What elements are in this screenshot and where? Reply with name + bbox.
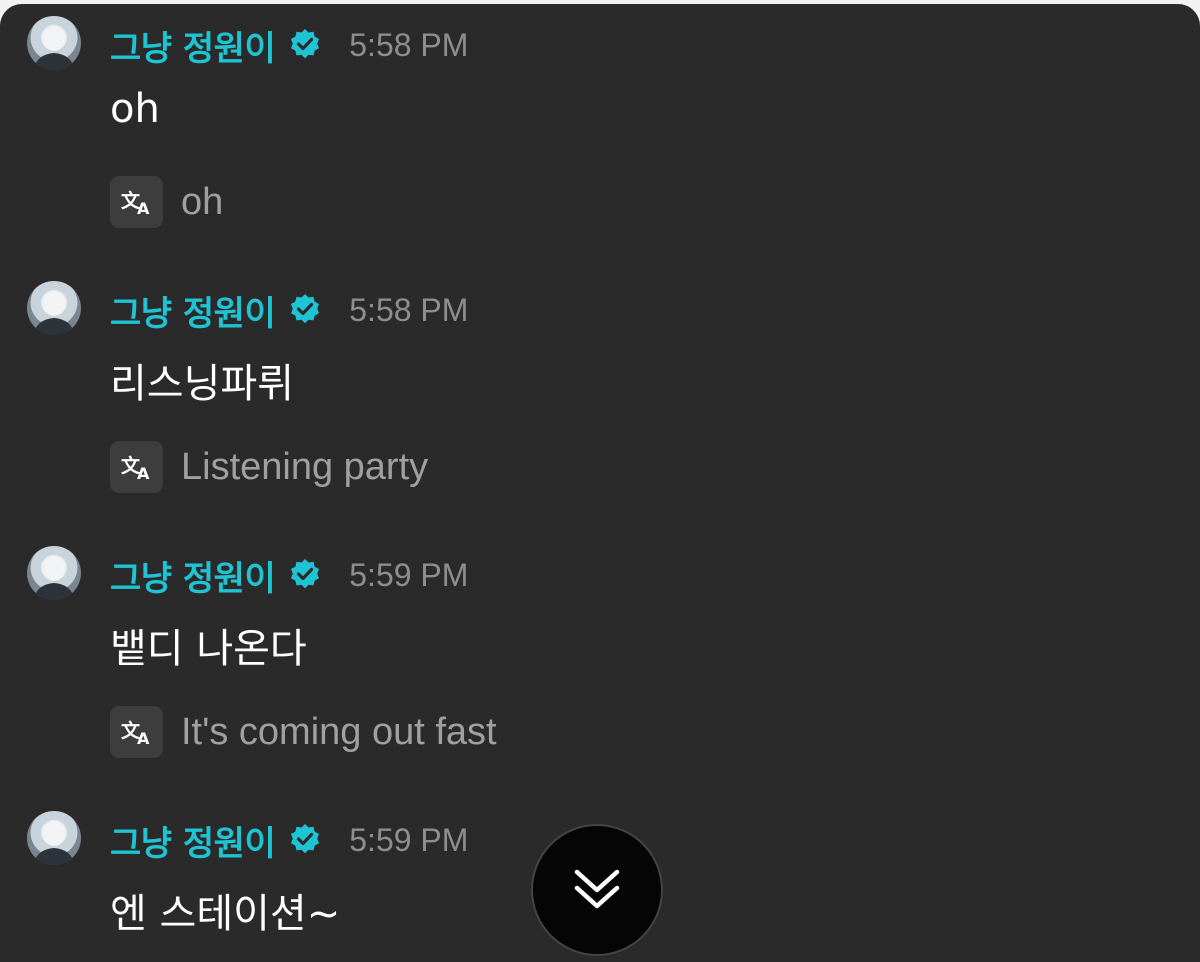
translate-icon[interactable]: 文 A <box>110 176 163 228</box>
svg-text:A: A <box>137 729 150 747</box>
svg-text:A: A <box>137 199 150 217</box>
verified-badge-icon <box>291 824 320 854</box>
username[interactable]: 그냥 정원이 <box>110 551 276 600</box>
message-time: 5:59 PM <box>349 821 469 858</box>
translation-text: It's coming out fast <box>181 710 497 753</box>
message-text: 리스닝파뤼 <box>110 361 294 407</box>
translation-text: Listening party <box>181 445 429 488</box>
message-text: oh <box>110 86 160 132</box>
avatar[interactable] <box>27 16 81 70</box>
scroll-to-bottom-button[interactable] <box>531 824 663 956</box>
chat-panel: 그냥 정원이 5:58 PM oh 文 A oh 그냥 정원이 5:58 PM … <box>0 4 1200 962</box>
translate-icon[interactable]: 文 A <box>110 441 163 493</box>
translation-row: 文 A oh <box>110 176 223 228</box>
svg-text:A: A <box>137 464 150 482</box>
message-header: 그냥 정원이 5:59 PM <box>110 550 468 600</box>
message-time: 5:58 PM <box>349 291 469 328</box>
message-time: 5:59 PM <box>349 556 469 593</box>
verified-badge-icon <box>291 294 320 324</box>
username[interactable]: 그냥 정원이 <box>110 286 276 335</box>
message-header: 그냥 정원이 5:58 PM <box>110 285 468 335</box>
verified-badge-icon <box>291 559 320 589</box>
message-text: 엔 스테이션~ <box>110 891 341 937</box>
message-text: 뱉디 나온다 <box>110 626 307 672</box>
avatar[interactable] <box>27 811 81 865</box>
double-chevron-down-icon <box>574 869 620 909</box>
message-header: 그냥 정원이 5:59 PM <box>110 815 468 865</box>
translation-text: oh <box>181 180 224 223</box>
translate-icon[interactable]: 文 A <box>110 706 163 758</box>
message-time: 5:58 PM <box>349 26 469 63</box>
avatar[interactable] <box>27 546 81 600</box>
translation-row: 文 A Listening party <box>110 441 428 493</box>
message-header: 그냥 정원이 5:58 PM <box>110 20 468 70</box>
username[interactable]: 그냥 정원이 <box>110 816 276 865</box>
verified-badge-icon <box>291 29 320 59</box>
avatar[interactable] <box>27 281 81 335</box>
username[interactable]: 그냥 정원이 <box>110 21 276 70</box>
translation-row: 文 A It's coming out fast <box>110 706 497 758</box>
